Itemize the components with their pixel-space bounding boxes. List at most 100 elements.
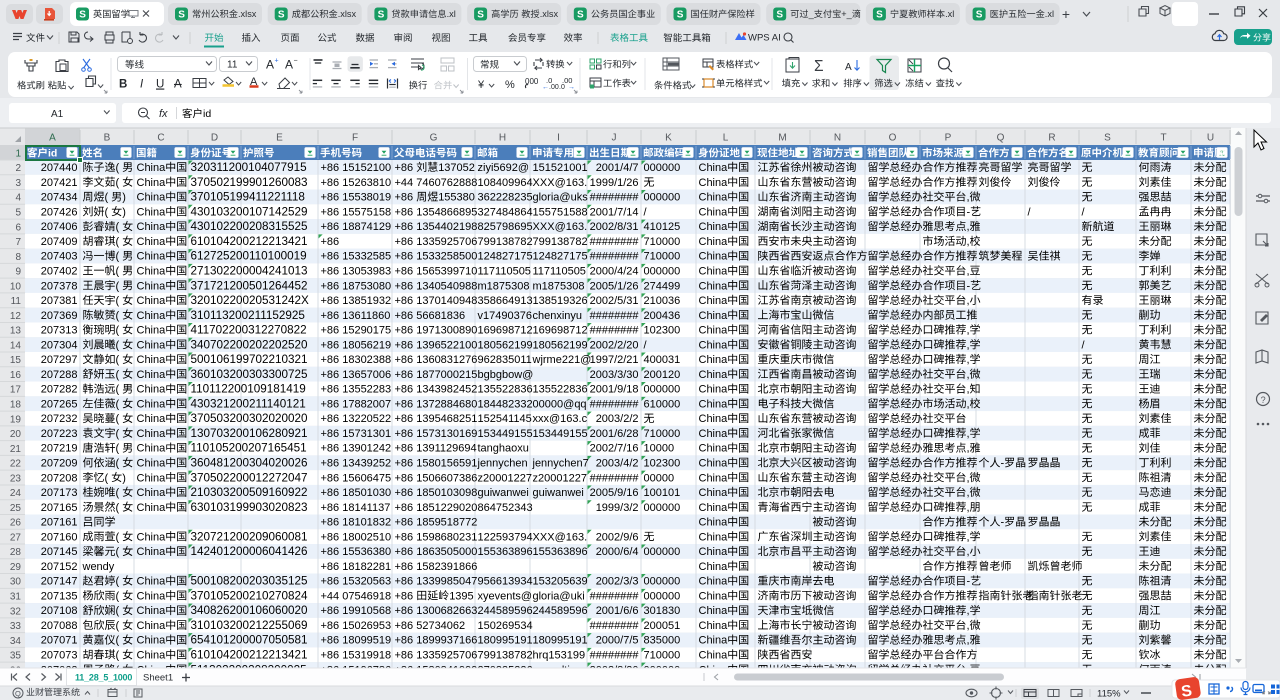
svg-text:−: −	[294, 58, 298, 65]
svg-text:+86 15538019: +86 15538019	[321, 192, 392, 204]
svg-text:2002/9/6: 2002/9/6	[596, 531, 639, 543]
svg-text:jennychen: jennychen	[477, 458, 528, 470]
svg-text:S: S	[976, 10, 983, 21]
svg-text:(: (	[116, 650, 120, 662]
svg-text:,: ,	[967, 620, 970, 632]
svg-text:+86 15332585: +86 15332585	[321, 251, 392, 263]
svg-text:Σ: Σ	[814, 58, 824, 75]
svg-text:207440: 207440	[41, 162, 78, 174]
svg-text:430102200208315525: 430102200208315525	[191, 220, 309, 233]
svg-text:China: China	[137, 266, 167, 278]
svg-text:(: (	[116, 590, 120, 602]
svg-text:A: A	[49, 133, 56, 144]
svg-text:2001/6/6: 2001/6/6	[596, 605, 639, 617]
svg-text:207223: 207223	[41, 428, 78, 440]
svg-text:207088: 207088	[41, 620, 78, 632]
svg-text:2002/8/31: 2002/8/31	[590, 221, 639, 233]
svg-text:R: R	[1048, 133, 1055, 144]
svg-text:(: (	[116, 221, 120, 233]
svg-text:China: China	[699, 472, 729, 484]
svg-text:(: (	[116, 502, 120, 514]
svg-text:(: (	[116, 620, 120, 632]
svg-text:110105200207165451: 110105200207165451	[191, 442, 307, 455]
svg-text:+86 18101832: +86 18101832	[321, 517, 392, 529]
svg-text:500106199702210321: 500106199702210321	[191, 353, 308, 366]
svg-text:China: China	[137, 221, 167, 233]
svg-text:32010220020531242X: 32010220020531242X	[191, 294, 310, 307]
svg-text:L: L	[723, 133, 729, 144]
svg-text:China: China	[137, 458, 167, 470]
svg-text:+86 18099519: +86 18099519	[321, 635, 392, 647]
svg-text:xyevents@: xyevents@	[478, 590, 533, 602]
svg-text:207108: 207108	[41, 605, 78, 617]
svg-text:180562199: 180562199	[533, 339, 588, 351]
svg-text:610000: 610000	[644, 398, 681, 410]
svg-text:+86 19910568: +86 19910568	[321, 605, 392, 617]
svg-text:244589596: 244589596	[533, 605, 588, 617]
svg-text:China: China	[137, 576, 167, 588]
svg-text:130703200106280921: 130703200106280921	[191, 427, 308, 440]
svg-text:207160: 207160	[41, 531, 78, 543]
svg-text:(: (	[116, 576, 120, 588]
svg-text:180995191: 180995191	[478, 635, 533, 647]
svg-text:F: F	[352, 133, 358, 144]
svg-text:124827175: 124827175	[478, 251, 533, 263]
svg-text:+86 1598680231: +86 1598680231	[395, 531, 478, 543]
svg-text:+86 1851229020: +86 1851229020	[395, 502, 478, 514]
svg-text:China: China	[137, 443, 167, 455]
svg-text:xxx@163.c: xxx@163.c	[533, 413, 588, 425]
svg-text:guiwanwei: guiwanwei	[478, 487, 529, 499]
svg-text:WPS AI: WPS AI	[748, 33, 781, 44]
svg-text:28: 28	[10, 547, 22, 558]
svg-text:+86 18501030: +86 18501030	[321, 487, 392, 499]
svg-text:(: (	[105, 192, 109, 204]
svg-text:,: ,	[967, 635, 970, 647]
svg-text:China: China	[137, 531, 167, 543]
svg-text:207152: 207152	[41, 561, 78, 573]
svg-text:244589596: 244589596	[478, 605, 533, 617]
svg-text:271302200004241013: 271302200004241013	[191, 265, 308, 278]
svg-text:←: ←	[542, 84, 549, 91]
svg-text:+86 1877000215: +86 1877000215	[395, 369, 478, 381]
svg-text:000000: 000000	[644, 192, 681, 204]
svg-text:153449155: 153449155	[533, 428, 588, 440]
svg-text:China: China	[137, 295, 167, 307]
svg-text:710000: 710000	[644, 650, 681, 662]
svg-text:17: 17	[10, 385, 22, 396]
svg-text:+86 1300682663: +86 1300682663	[395, 605, 478, 617]
svg-text:21: 21	[10, 444, 22, 455]
svg-text:+: +	[275, 58, 279, 65]
svg-text:jennychen7: jennychen7	[532, 458, 589, 470]
svg-text:+86 15319918: +86 15319918	[321, 650, 392, 662]
svg-text:122593794XXX@163.: 122593794XXX@163.	[478, 531, 588, 543]
svg-text:+86 18302388: +86 18302388	[321, 354, 392, 366]
svg-text:360481200304020026: 360481200304020026	[191, 457, 308, 470]
svg-text:155380: 155380	[438, 192, 475, 204]
svg-text:-: -	[1001, 517, 1005, 529]
svg-text:China: China	[137, 398, 167, 410]
svg-text:2003/2/2: 2003/2/2	[596, 413, 639, 425]
svg-text:+86 13851932: +86 13851932	[321, 295, 392, 307]
svg-text:Q: Q	[15, 689, 21, 698]
svg-text:301830: 301830	[644, 605, 681, 617]
svg-text:4: 4	[15, 193, 21, 204]
svg-text:,: ,	[967, 339, 970, 351]
svg-text:+86 15263810: +86 15263810	[321, 177, 392, 189]
svg-text:China: China	[699, 221, 729, 233]
svg-text:207165: 207165	[41, 502, 78, 514]
svg-text:5: 5	[15, 208, 21, 219]
svg-text:+86 15536380: +86 15536380	[321, 546, 392, 558]
svg-text:155363896: 155363896	[533, 546, 588, 558]
svg-text:,: ,	[967, 369, 970, 381]
svg-text:+86 15152100: +86 15152100	[321, 162, 392, 174]
svg-text:799138782: 799138782	[533, 236, 588, 248]
svg-text:(: (	[116, 354, 120, 366]
svg-text:China: China	[699, 206, 729, 218]
svg-text:8: 8	[15, 252, 21, 263]
svg-text:China: China	[137, 605, 167, 617]
svg-text:+86: +86	[395, 162, 414, 174]
svg-text:610104200212213421: 610104200212213421	[191, 649, 308, 662]
svg-text:207161: 207161	[41, 517, 78, 529]
svg-text:2000/7/5: 2000/7/5	[596, 635, 639, 647]
svg-text:########: ########	[590, 620, 640, 632]
